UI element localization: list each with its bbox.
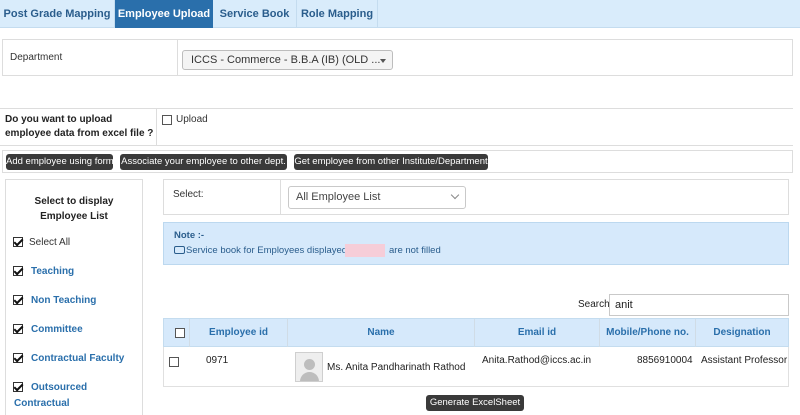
list-select-panel [163,179,789,215]
header-email[interactable]: Email id [475,327,599,338]
select-all-checkbox[interactable] [13,237,23,247]
chevron-down-icon [450,190,460,200]
upload-question: Do you want to upload employee data from… [5,113,153,141]
department-label: Department [10,52,63,63]
select-all-rows-checkbox[interactable] [175,328,185,338]
employee-list-select[interactable]: All Employee List [288,186,466,209]
outsourced-label-line2: Contractual [14,398,70,409]
tab-divider [377,0,378,28]
filter-title: Select to display Employee List [5,194,143,224]
upload-question-line2: employee data from excel file ? [5,128,154,139]
committee-checkbox[interactable] [13,324,23,334]
avatar [295,352,323,382]
list-select-label: Select: [173,189,204,200]
add-employee-form-button[interactable]: Add employee using form [6,154,113,170]
committee-label: Committee [31,324,83,335]
divider [177,40,178,75]
cell-email: Anita.Rathod@iccs.ac.in [482,355,592,366]
table-row [163,347,789,387]
hand-pointer-icon [174,246,185,255]
tab-bar: Post Grade Mapping Employee Upload Servi… [0,0,800,28]
outsourced-label-line1: Outsourced [31,382,88,393]
upload-checkbox-label: Upload [176,114,208,125]
filter-title-line1: Select to display [34,196,114,207]
note-text-after: are not filled [389,245,441,256]
search-input[interactable] [609,294,789,316]
header-name[interactable]: Name [288,327,474,338]
upload-checkbox[interactable] [162,115,172,125]
tab-service-book[interactable]: Service Book [213,0,296,28]
department-select[interactable]: ICCS - Commerce - B.B.A (IB) (OLD ... [182,50,393,70]
row-checkbox[interactable] [169,357,179,367]
teaching-label: Teaching [31,266,75,277]
header-designation[interactable]: Designation [696,327,788,338]
teaching-checkbox[interactable] [13,266,23,276]
cell-employee-id: 0971 [206,355,229,366]
non-teaching-label: Non Teaching [31,295,97,306]
divider [156,109,157,145]
cell-name: Ms. Anita Pandharinath Rathod [327,362,466,373]
note-text: Service book for Employees displayed in [174,245,357,256]
outsourced-contractual-checkbox[interactable] [13,382,23,392]
cell-mobile: 8856910004 [637,355,693,366]
divider [280,180,281,214]
cell-designation: Assistant Professor [701,355,788,366]
generate-excelsheet-button[interactable]: Generate ExcelSheet [426,395,524,411]
associate-employee-button[interactable]: Associate your employee to other dept. [120,154,287,170]
search-label: Search: [578,299,613,310]
note-text-before: Service book for Employees displayed in [186,245,358,256]
header-employee-id[interactable]: Employee id [190,327,287,338]
contractual-faculty-checkbox[interactable] [13,353,23,363]
department-panel [2,39,793,76]
upload-question-line1: Do you want to upload [5,114,113,125]
tab-role-mapping[interactable]: Role Mapping [297,0,377,28]
note-box [163,222,789,265]
select-all-label: Select All [29,237,71,248]
note-title: Note :- [174,230,205,241]
get-employee-other-button[interactable]: Get employee from other Institute/Depart… [294,154,488,170]
note-highlight-swatch [345,244,385,257]
employee-list-select-value: All Employee List [296,191,381,203]
non-teaching-checkbox[interactable] [13,295,23,305]
filter-title-line2: Employee List [40,211,108,222]
header-mobile[interactable]: Mobile/Phone no. [600,327,695,338]
department-select-value: ICCS - Commerce - B.B.A (IB) (OLD ... [191,54,381,66]
contractual-faculty-label: Contractual Faculty [31,353,125,364]
tab-employee-upload[interactable]: Employee Upload [115,0,213,28]
tab-post-grade-mapping[interactable]: Post Grade Mapping [0,0,114,28]
caret-down-icon [380,59,386,63]
